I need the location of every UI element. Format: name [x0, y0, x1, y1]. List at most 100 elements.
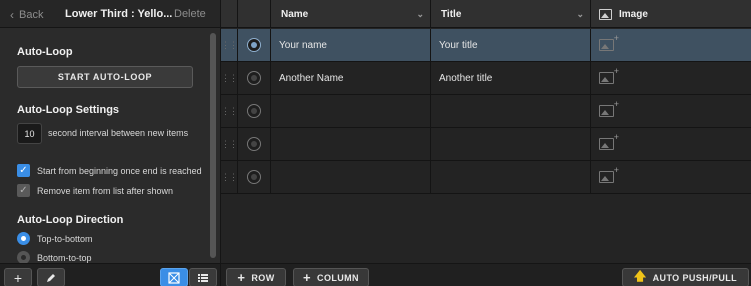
add-column-button[interactable]: + COLUMN	[293, 268, 369, 286]
panel-title: Lower Third : Yello...	[65, 8, 173, 20]
autoloop-settings-title: Auto-Loop Settings	[17, 104, 120, 116]
row-select[interactable]	[238, 128, 271, 160]
add-image-icon[interactable]	[599, 99, 619, 117]
cell-name[interactable]: Your name	[271, 29, 431, 61]
plus-icon: +	[303, 270, 312, 285]
add-image-icon[interactable]	[599, 132, 619, 150]
checkbox-unchecked-icon[interactable]: ✓	[17, 184, 30, 197]
row-radio-icon[interactable]	[247, 71, 261, 85]
drag-handle-icon[interactable]: ⋮⋮	[221, 62, 238, 94]
cell-image[interactable]	[591, 161, 751, 193]
start-from-beginning-option[interactable]: ✓ Start from beginning once end is reach…	[17, 164, 202, 177]
cell-name[interactable]	[271, 95, 431, 127]
interval-label: second interval between new items	[48, 128, 189, 138]
add-row-label: ROW	[251, 272, 275, 283]
row-select[interactable]	[238, 161, 271, 193]
direction-bottom-to-top[interactable]: Bottom-to-top	[17, 251, 92, 263]
cell-image[interactable]	[591, 62, 751, 94]
image-icon	[599, 8, 612, 20]
panel-scrollbar[interactable]	[209, 29, 219, 263]
remove-after-shown-label: Remove item from list after shown	[37, 185, 174, 196]
direction-top-to-bottom[interactable]: Top-to-bottom	[17, 232, 93, 245]
drag-handle-icon[interactable]: ⋮⋮	[221, 161, 238, 193]
table-row[interactable]: ⋮⋮	[221, 95, 751, 128]
plus-icon: +	[13, 269, 23, 286]
auto-push-pull-button[interactable]: 🡅 AUTO PUSH/PULL	[622, 268, 749, 286]
start-autoloop-button[interactable]: START AUTO-LOOP	[17, 66, 193, 88]
grid-header: Name ⌄ Title ⌄ Image	[221, 0, 751, 28]
table-row[interactable]: ⋮⋮ Another Name Another title	[221, 62, 751, 95]
settings-panel: ‹ Back Lower Third : Yello... Delete Aut…	[0, 0, 221, 286]
add-column-label: COLUMN	[317, 272, 359, 283]
drag-handle-icon[interactable]: ⋮⋮	[221, 128, 238, 160]
radio-unselected-icon[interactable]	[17, 251, 30, 263]
delete-button[interactable]: Delete	[174, 8, 206, 20]
start-from-beginning-label: Start from beginning once end is reached	[37, 165, 202, 176]
add-row-button[interactable]: + ROW	[226, 268, 286, 286]
table-row[interactable]: ⋮⋮	[221, 161, 751, 194]
column-header-name[interactable]: Name ⌄	[271, 0, 431, 28]
cell-name[interactable]	[271, 161, 431, 193]
row-radio-icon[interactable]	[247, 38, 261, 52]
row-radio-icon[interactable]	[247, 170, 261, 184]
chevron-down-icon[interactable]: ⌄	[576, 9, 584, 20]
column-header-title[interactable]: Title ⌄	[431, 0, 591, 28]
drag-handle-icon[interactable]: ⋮⋮	[221, 95, 238, 127]
panel-header: ‹ Back Lower Third : Yello... Delete	[0, 0, 220, 28]
back-button[interactable]: ‹ Back	[10, 8, 43, 22]
cell-title[interactable]	[431, 161, 591, 193]
cell-title[interactable]	[431, 128, 591, 160]
select-column-header	[238, 0, 271, 28]
drag-column-header	[221, 0, 238, 28]
back-label: Back	[19, 9, 44, 21]
cell-name[interactable]	[271, 128, 431, 160]
cell-name[interactable]: Another Name	[271, 62, 431, 94]
list-view-button[interactable]	[189, 268, 217, 286]
add-button[interactable]: +	[4, 268, 32, 286]
checkbox-checked-icon[interactable]: ✓	[17, 164, 30, 177]
arrow-up-icon: 🡅	[633, 269, 647, 283]
row-radio-icon[interactable]	[247, 104, 261, 118]
cell-text: Another title	[439, 72, 493, 84]
cell-title[interactable]: Your title	[431, 29, 591, 61]
remove-after-shown-option[interactable]: ✓ Remove item from list after shown	[17, 184, 173, 197]
add-image-icon[interactable]	[599, 33, 619, 51]
table-row[interactable]: ⋮⋮ Your name Your title	[221, 29, 751, 62]
direction-label: Top-to-bottom	[37, 233, 93, 244]
cell-image[interactable]	[591, 128, 751, 160]
grid-view-button[interactable]	[160, 268, 188, 286]
row-select[interactable]	[238, 62, 271, 94]
row-radio-icon[interactable]	[247, 137, 261, 151]
table-row[interactable]: ⋮⋮	[221, 128, 751, 161]
chevron-down-icon[interactable]: ⌄	[416, 9, 424, 20]
scrollbar-thumb[interactable]	[210, 33, 216, 258]
radio-selected-icon[interactable]	[17, 232, 30, 245]
cell-title[interactable]: Another title	[431, 62, 591, 94]
add-image-icon[interactable]	[599, 165, 619, 183]
grid-view-icon	[168, 271, 180, 284]
cell-image[interactable]	[591, 29, 751, 61]
column-header-image[interactable]: Image	[591, 0, 751, 28]
cell-text: Your title	[439, 39, 478, 51]
add-image-icon[interactable]	[599, 66, 619, 84]
cell-text: Another Name	[279, 72, 344, 84]
auto-push-pull-label: AUTO PUSH/PULL	[652, 272, 738, 283]
data-grid: Name ⌄ Title ⌄ Image ⋮⋮ Your name Your t…	[221, 0, 751, 263]
panel-body: Auto-Loop START AUTO-LOOP Auto-Loop Sett…	[0, 29, 208, 263]
drag-handle-icon[interactable]: ⋮⋮	[221, 29, 238, 61]
panel-footer: +	[0, 263, 220, 286]
interval-input[interactable]: 10	[17, 123, 42, 144]
plus-icon: +	[237, 270, 246, 285]
column-label: Image	[619, 8, 648, 20]
pencil-icon	[47, 273, 55, 282]
chevron-left-icon: ‹	[10, 8, 14, 22]
edit-button[interactable]	[37, 268, 65, 286]
direction-label: Bottom-to-top	[37, 252, 92, 263]
autoloop-section-title: Auto-Loop	[17, 46, 73, 58]
cell-title[interactable]	[431, 95, 591, 127]
row-select[interactable]	[238, 29, 271, 61]
cell-image[interactable]	[591, 95, 751, 127]
row-select[interactable]	[238, 95, 271, 127]
cell-text: Your name	[279, 39, 327, 51]
autoloop-direction-title: Auto-Loop Direction	[17, 214, 124, 226]
